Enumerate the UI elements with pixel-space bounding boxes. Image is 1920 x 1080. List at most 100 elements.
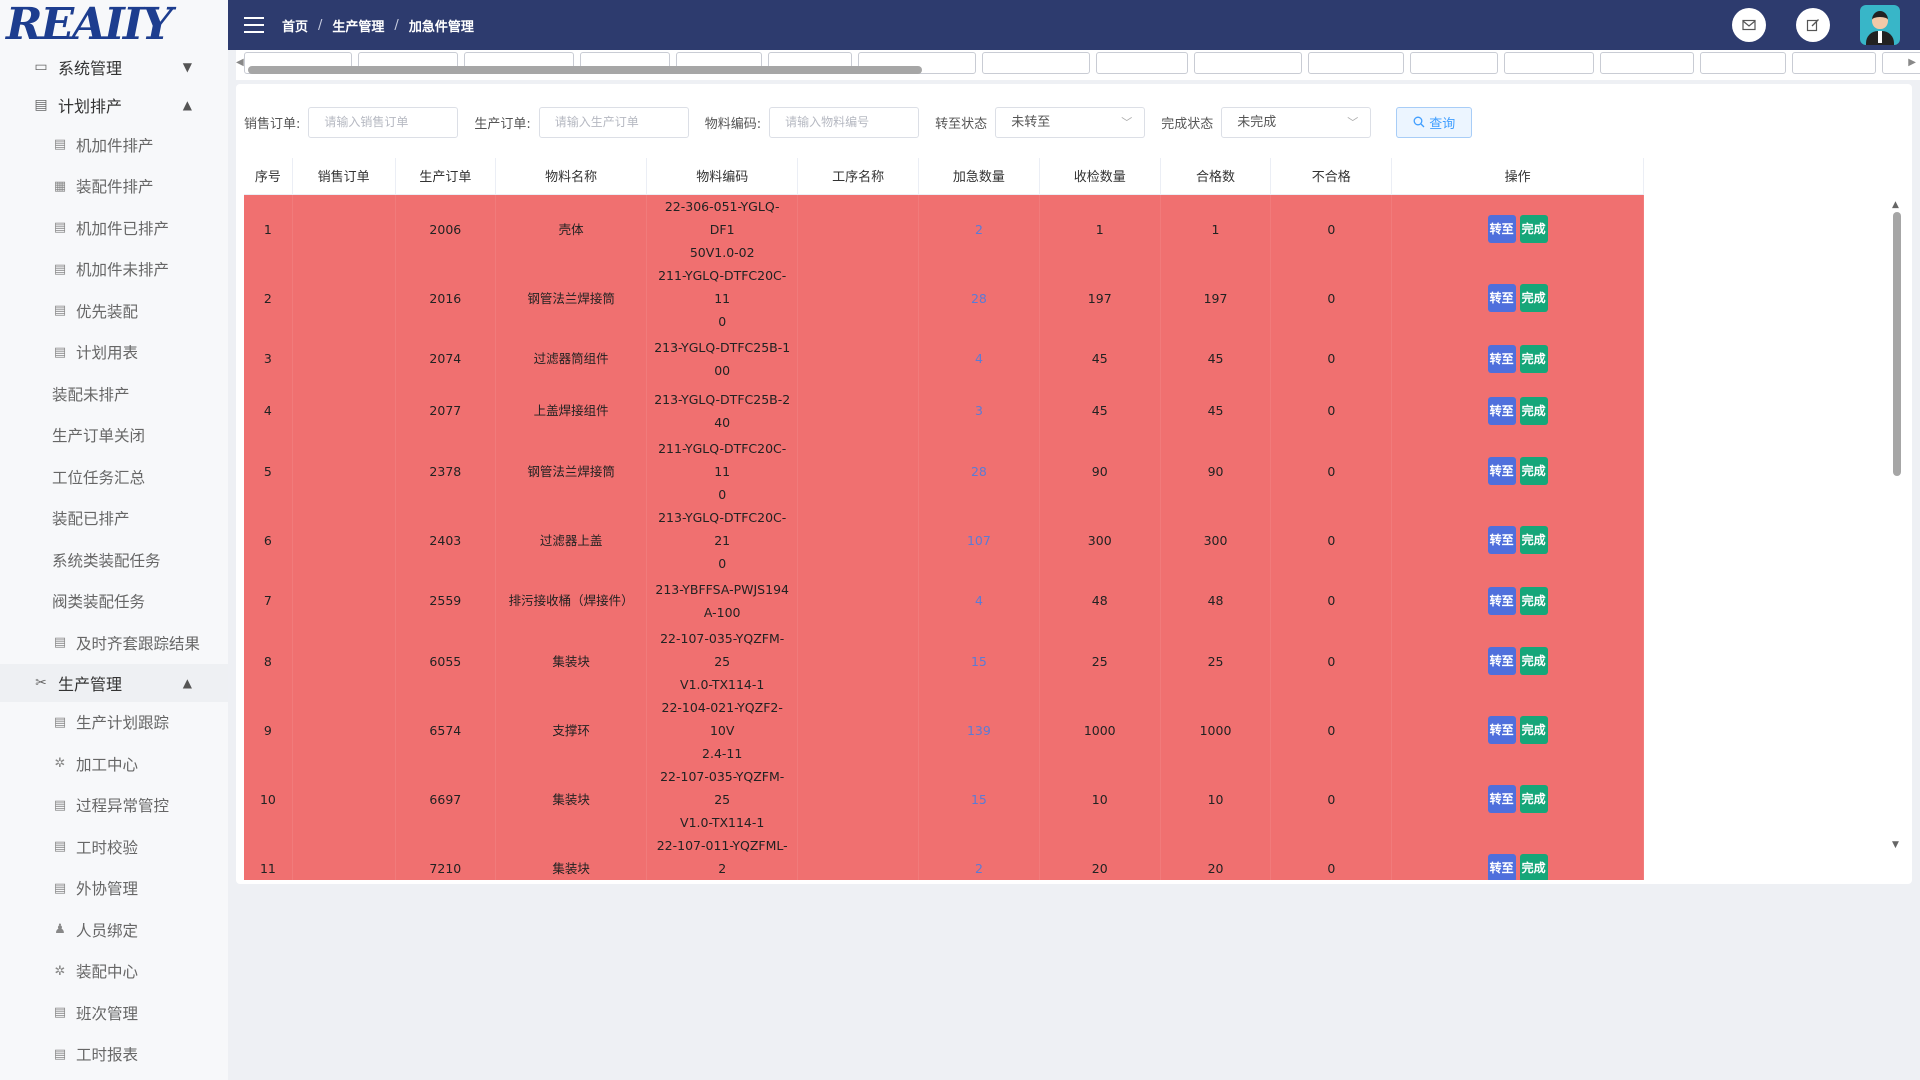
transfer-button[interactable]: 转至 xyxy=(1487,526,1516,554)
complete-button[interactable]: 完成 xyxy=(1519,215,1548,243)
sidebar-group-2[interactable]: ✂ 生产管理 ▲ xyxy=(0,663,228,702)
sidebar-item[interactable]: ▤ 生产计划跟踪 xyxy=(0,702,228,744)
sidebar: REAIIY ▭ 系统管理 ▼ ▤ 计划排产 ▲ ▤ 机加件排产 ▦ 装配件排产 ▤ 机加件已排产 ▤ 机… xyxy=(0,0,228,1080)
transfer-status-select[interactable]: 未转至 ﹀ xyxy=(995,106,1146,138)
cell-urgent[interactable]: 3 xyxy=(918,384,1040,437)
sidebar-item[interactable]: 工位任务汇总 xyxy=(0,456,228,498)
sidebar-item[interactable]: 系统类装配任务 xyxy=(0,539,228,581)
complete-button[interactable]: 完成 xyxy=(1519,284,1548,312)
sidebar-item[interactable]: ▤ 外协管理 xyxy=(0,868,228,910)
cell-sales xyxy=(292,626,396,696)
transfer-button[interactable]: 转至 xyxy=(1487,215,1516,243)
table-row: 2 2016 钢管法兰焊接筒 211-YGLQ-DTFC20C-11 0 28 197 197… xyxy=(244,263,1644,333)
scroll-right-arrow-icon[interactable]: ▶ xyxy=(1908,57,1916,68)
sidebar-item[interactable]: ✲ 装配中心 xyxy=(0,951,228,993)
cell-urgent[interactable]: 4 xyxy=(918,332,1040,385)
cell-urgent[interactable]: 139 xyxy=(918,695,1040,765)
complete-button[interactable]: 完成 xyxy=(1519,457,1548,485)
cell-urgent[interactable]: 28 xyxy=(918,263,1040,333)
table-scrollbar[interactable]: ▲ ▼ xyxy=(1892,200,1902,850)
sidebar-item[interactable]: ▤ 及时齐套跟踪结果 xyxy=(0,622,228,664)
cell-urgent[interactable]: 107 xyxy=(918,505,1040,575)
scroll-down-arrow-icon[interactable]: ▼ xyxy=(1892,840,1899,850)
cell-urgent[interactable]: 4 xyxy=(918,574,1040,627)
complete-button[interactable]: 完成 xyxy=(1519,854,1548,880)
cell-actions: 转至 完成 xyxy=(1391,436,1644,506)
sidebar-item[interactable]: ▤ 机加件未排产 xyxy=(0,249,228,291)
sidebar-item[interactable]: 阀类装配任务 xyxy=(0,581,228,623)
sidebar-item[interactable]: ♟ 人员绑定 xyxy=(0,909,228,951)
cell-urgent[interactable]: 15 xyxy=(918,764,1040,834)
sales-order-input[interactable]: 请输入销售订单 xyxy=(308,106,459,138)
transfer-button[interactable]: 转至 xyxy=(1487,284,1516,312)
cell-process xyxy=(797,263,920,333)
transfer-button[interactable]: 转至 xyxy=(1487,396,1516,425)
complete-button[interactable]: 完成 xyxy=(1519,586,1548,615)
transfer-button[interactable]: 转至 xyxy=(1487,716,1516,744)
cell-prod: 2074 xyxy=(395,332,497,385)
cell-fail: 0 xyxy=(1270,695,1393,765)
complete-button[interactable]: 完成 xyxy=(1519,785,1548,813)
cell-no: 2 xyxy=(244,263,293,333)
cell-urgent[interactable]: 2 xyxy=(918,194,1040,264)
complete-button[interactable]: 完成 xyxy=(1519,647,1548,675)
cell-actions: 转至 完成 xyxy=(1391,384,1644,437)
sidebar-item[interactable]: ▤ 工时校验 xyxy=(0,826,228,868)
complete-button[interactable]: 完成 xyxy=(1519,526,1548,554)
tabs-scrollbar[interactable] xyxy=(248,66,1908,74)
sidebar-item[interactable]: ▦ 装配件排产 xyxy=(0,166,228,208)
cell-prod: 2403 xyxy=(395,505,497,575)
prod-order-input[interactable]: 请输入生产订单 xyxy=(538,106,689,138)
menu-toggle-icon[interactable] xyxy=(244,17,264,33)
sidebar-group-0[interactable]: ▭ 系统管理 ▼ xyxy=(0,48,228,86)
cell-inspect: 10 xyxy=(1039,764,1161,834)
sidebar-item[interactable]: 生产订单关闭 xyxy=(0,415,228,457)
cell-urgent[interactable]: 28 xyxy=(918,436,1040,506)
transfer-button[interactable]: 转至 xyxy=(1487,854,1516,880)
cell-urgent[interactable]: 2 xyxy=(918,833,1040,880)
breadcrumb-section[interactable]: 生产管理 xyxy=(332,16,384,35)
sidebar-item[interactable]: ▤ 优先装配 xyxy=(0,290,228,332)
cell-fail: 0 xyxy=(1270,436,1393,506)
transfer-button[interactable]: 转至 xyxy=(1487,457,1516,485)
tab-strip: ◀ ▶ xyxy=(236,50,1920,80)
breadcrumb-home[interactable]: 首页 xyxy=(282,16,308,35)
mail-icon[interactable] xyxy=(1732,8,1766,42)
complete-button[interactable]: 完成 xyxy=(1519,716,1548,744)
column-header: 销售订单 xyxy=(292,158,396,195)
table-row: 4 2077 上盖焊接组件 213-YGLQ-DTFC25B-2 40 3 45 45 0 转至完… xyxy=(244,384,1644,437)
cell-process xyxy=(797,695,920,765)
cell-urgent[interactable]: 15 xyxy=(918,626,1040,696)
scroll-up-arrow-icon[interactable]: ▲ xyxy=(1892,200,1899,210)
sidebar-item[interactable]: ▤ 机加件排产 xyxy=(0,124,228,166)
sidebar-item[interactable]: ▤ 工时报表 xyxy=(0,1034,228,1076)
query-button[interactable]: 查询 xyxy=(1396,106,1473,138)
sidebar-item[interactable]: ▤ 机加件已排产 xyxy=(0,207,228,249)
transfer-button[interactable]: 转至 xyxy=(1487,344,1516,373)
transfer-button[interactable]: 转至 xyxy=(1487,785,1516,813)
sidebar-item[interactable]: ▤ 班次管理 xyxy=(0,992,228,1034)
complete-button[interactable]: 完成 xyxy=(1519,344,1548,373)
sidebar-item[interactable]: ▤ 计划用表 xyxy=(0,332,228,374)
cell-fail: 0 xyxy=(1270,194,1393,264)
complete-status-select[interactable]: 未完成 ﹀ xyxy=(1221,106,1372,138)
scroll-left-arrow-icon[interactable]: ◀ xyxy=(236,57,244,68)
avatar[interactable] xyxy=(1860,5,1900,45)
transfer-button[interactable]: 转至 xyxy=(1487,586,1516,615)
material-code-line: 50V1.0-02 xyxy=(689,244,755,260)
transfer-status-label: 转至状态 xyxy=(935,116,988,132)
material-code-input[interactable]: 请输入物料编号 xyxy=(769,106,920,138)
sidebar-item[interactable]: ▤ 过程异常管控 xyxy=(0,785,228,827)
urgent-parts-table: 序号 销售订单 生产订单 物料名称 物料编码 工序名称 加急数量 收检数量 合格数 不合格 操作 1… xyxy=(244,158,1904,880)
sidebar-item[interactable]: 装配未排产 xyxy=(0,373,228,415)
sidebar-item[interactable]: 装配已排产 xyxy=(0,498,228,540)
edit-icon[interactable] xyxy=(1796,8,1830,42)
table-row: 8 6055 集装块 22-107-035-YQZFM-25 V1.0-TX114-1 1… xyxy=(244,626,1644,696)
sidebar-item[interactable]: ✲ 加工中心 xyxy=(0,743,228,785)
sidebar-group-1[interactable]: ▤ 计划排产 ▲ xyxy=(0,86,228,124)
document-icon: ▤ xyxy=(53,1046,67,1062)
complete-button[interactable]: 完成 xyxy=(1519,396,1548,425)
transfer-button[interactable]: 转至 xyxy=(1487,647,1516,675)
sidebar-group-label: 系统管理 xyxy=(58,59,123,78)
main-panel: 销售订单: 请输入销售订单 生产订单: 请输入生产订单 物料编码: 请输入物料编… xyxy=(236,84,1912,884)
